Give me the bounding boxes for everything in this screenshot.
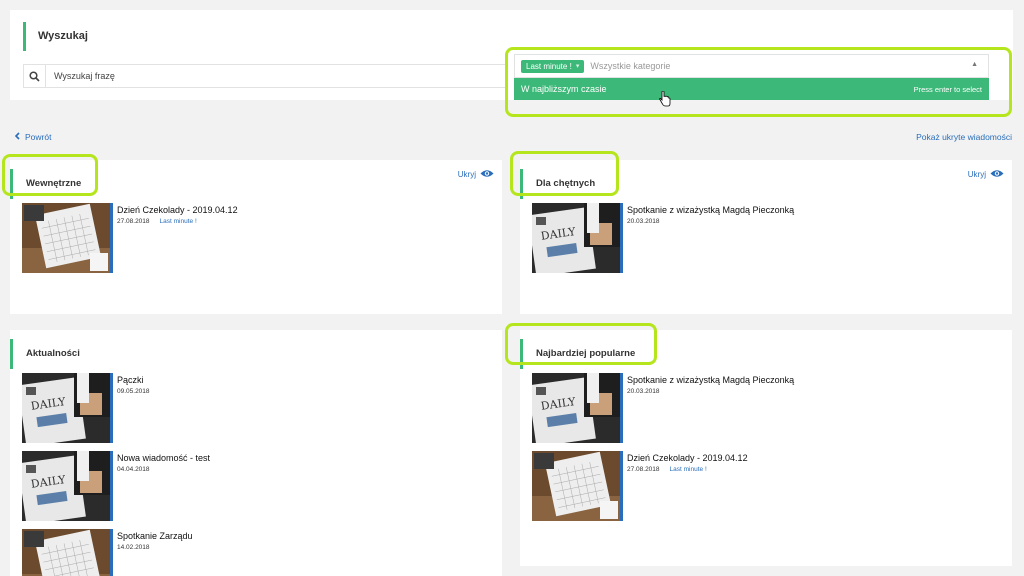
tag-remove-icon[interactable]: ▾ bbox=[576, 60, 580, 73]
item-title[interactable]: Spotkanie z wizażystką Magdą Pieczonką bbox=[627, 375, 794, 385]
thumbnail-newspaper: DAILY bbox=[532, 203, 620, 273]
item-title[interactable]: Spotkanie z wizażystką Magdą Pieczonką bbox=[627, 205, 794, 215]
card-title: Aktualności bbox=[10, 339, 80, 369]
eye-icon bbox=[480, 169, 494, 180]
category-tag[interactable]: Last minute ! ▾ bbox=[521, 59, 585, 73]
search-title: Wyszukaj bbox=[23, 22, 88, 51]
item-title[interactable]: Dzień Czekolady - 2019.04.12 bbox=[117, 205, 238, 215]
list-item[interactable]: DAILY Spotkanie z wizażystką Magdą Piecz… bbox=[532, 373, 794, 443]
item-date: 04.04.2018 bbox=[117, 466, 150, 473]
category-tag-label: Last minute ! bbox=[526, 61, 572, 71]
hide-button[interactable]: Ukryj bbox=[968, 169, 1004, 180]
item-title[interactable]: Spotkanie Zarządu bbox=[117, 531, 193, 541]
item-title[interactable]: Pączki bbox=[117, 375, 150, 385]
hand-cursor-icon bbox=[659, 91, 671, 107]
item-date: 20.03.2018 bbox=[627, 388, 660, 395]
item-accent-bar bbox=[620, 451, 623, 521]
search-input[interactable]: Wyszukaj frazę bbox=[23, 64, 507, 88]
item-accent-bar bbox=[110, 203, 113, 273]
list-item[interactable]: DAILY Pączki 09.05.2018 bbox=[22, 373, 150, 443]
category-placeholder: Wszystkie kategorie bbox=[590, 61, 671, 71]
card-title: Wewnętrzne bbox=[10, 169, 81, 199]
hide-button[interactable]: Ukryj bbox=[458, 169, 494, 180]
card-volunteers: Dla chętnych Ukryj DAILY Spotkanie z wiz… bbox=[520, 160, 1012, 314]
item-badge: Last minute ! bbox=[669, 466, 707, 473]
dropdown-option-label: W najbliższym czasie bbox=[521, 84, 607, 94]
thumbnail-calendar bbox=[22, 203, 110, 273]
item-date: 09.05.2018 bbox=[117, 388, 150, 395]
item-title[interactable]: Nowa wiadomość - test bbox=[117, 453, 210, 463]
item-title[interactable]: Dzień Czekolady - 2019.04.12 bbox=[627, 453, 748, 463]
show-hidden-link[interactable]: Pokaż ukryte wiadomości bbox=[916, 132, 1012, 142]
item-accent-bar bbox=[110, 373, 113, 443]
card-title: Dla chętnych bbox=[520, 169, 595, 199]
list-item[interactable]: DAILY Nowa wiadomość - test 04.04.2018 bbox=[22, 451, 210, 521]
item-badge: Last minute ! bbox=[159, 218, 197, 225]
item-date: 27.08.2018 bbox=[627, 466, 660, 473]
item-accent-bar bbox=[620, 203, 623, 273]
card-popular: Najbardziej popularne DAILY Spotkanie z … bbox=[520, 330, 1012, 566]
thumbnail-newspaper: DAILY bbox=[22, 451, 110, 521]
thumbnail-newspaper: DAILY bbox=[22, 373, 110, 443]
search-icon bbox=[24, 65, 46, 87]
item-accent-bar bbox=[110, 529, 113, 576]
list-item[interactable]: Dzień Czekolady - 2019.04.12 27.08.2018 … bbox=[532, 451, 748, 521]
eye-icon bbox=[990, 169, 1004, 180]
item-accent-bar bbox=[110, 451, 113, 521]
thumbnail-calendar bbox=[532, 451, 620, 521]
category-select[interactable]: Last minute ! ▾ Wszystkie kategorie ▲ bbox=[514, 54, 989, 78]
category-dropdown-option[interactable]: W najbliższym czasie Press enter to sele… bbox=[514, 78, 989, 100]
list-item[interactable]: Spotkanie Zarządu 14.02.2018 bbox=[22, 529, 193, 576]
card-news: Aktualności DAILY Pączki 09.05.2018 DAIL… bbox=[10, 330, 502, 576]
card-title: Najbardziej popularne bbox=[520, 339, 635, 369]
hide-label: Ukryj bbox=[967, 170, 986, 179]
item-date: 14.02.2018 bbox=[117, 544, 150, 551]
chevron-left-icon bbox=[14, 132, 20, 142]
list-item[interactable]: Dzień Czekolady - 2019.04.12 27.08.2018 … bbox=[22, 203, 238, 273]
dropdown-hint: Press enter to select bbox=[913, 84, 982, 94]
thumbnail-calendar bbox=[22, 529, 110, 576]
list-item[interactable]: DAILY Spotkanie z wizażystką Magdą Piecz… bbox=[532, 203, 794, 273]
hide-label: Ukryj bbox=[457, 170, 476, 179]
back-link[interactable]: Powrót bbox=[14, 132, 51, 142]
thumbnail-newspaper: DAILY bbox=[532, 373, 620, 443]
item-date: 27.08.2018 bbox=[117, 218, 150, 225]
item-accent-bar bbox=[620, 373, 623, 443]
card-internal: Wewnętrzne Ukryj Dzień Czekolady - 2019.… bbox=[10, 160, 502, 314]
back-label: Powrót bbox=[25, 132, 52, 142]
chevron-up-icon[interactable]: ▲ bbox=[971, 61, 978, 68]
search-placeholder: Wyszukaj frazę bbox=[54, 71, 115, 81]
item-date: 20.03.2018 bbox=[627, 218, 660, 225]
